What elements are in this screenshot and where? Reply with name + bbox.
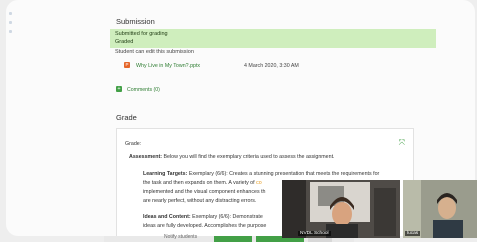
submitted-file-link[interactable]: Why Live in My Town?.pptx: [136, 63, 200, 69]
webcam-feed-2: [403, 180, 477, 238]
participant-name-2: lucas: [405, 231, 421, 236]
assessment-lead: Assessment:: [129, 154, 162, 160]
participant-name-1: NVDL School: [298, 231, 331, 236]
save-changes-button[interactable]: [214, 236, 252, 242]
submission-title: Submission: [116, 17, 155, 26]
learning-title: Learning Targets:: [143, 171, 188, 177]
video-sidebar-dots: [8, 12, 13, 39]
learning-line2a: the task and then expands on them. A var…: [143, 180, 255, 186]
sidebar-dot: [9, 12, 12, 15]
notify-students-text: Notify students: [164, 234, 198, 240]
submission-status-panel: Submitted for grading Graded: [110, 29, 436, 48]
learning-line1: Exemplary (6/6): Creates a stunning pres…: [188, 171, 380, 177]
expand-comments-icon[interactable]: +: [116, 86, 122, 92]
webcam-feed-1: [282, 180, 400, 238]
assessment-line: Assessment: Below you will find the exem…: [129, 153, 335, 163]
video-tile-nvdl-school[interactable]: NVDL School: [282, 180, 400, 238]
learning-line4: are nearly perfect, without any distract…: [143, 198, 257, 204]
ideas-text: Exemplary (6/6): Demonstrate: [192, 214, 263, 220]
sidebar-dot: [9, 21, 12, 24]
ideas-line2: ideas are fully developed. Accomplishes …: [143, 223, 267, 229]
learning-line2b: co: [256, 180, 262, 186]
sidebar-dot: [9, 30, 12, 33]
pptx-file-icon: P: [124, 62, 130, 68]
file-date: 4 March 2020, 3:30 AM: [244, 63, 299, 69]
comments-link[interactable]: Comments (0): [127, 87, 160, 93]
fullscreen-icon[interactable]: ⤧: [399, 138, 405, 148]
status-submitted: Submitted for grading: [115, 31, 168, 37]
status-graded: Graded: [115, 39, 134, 45]
ideas-title: Ideas and Content:: [143, 214, 191, 220]
grade-field-label: Grade:: [125, 141, 142, 147]
grade-section-title: Grade: [116, 113, 137, 122]
assessment-text: Below you will find the exemplary criter…: [163, 154, 335, 160]
edit-note: Student can edit this submission: [115, 49, 194, 55]
video-tile-lucas[interactable]: lucas: [403, 180, 477, 238]
